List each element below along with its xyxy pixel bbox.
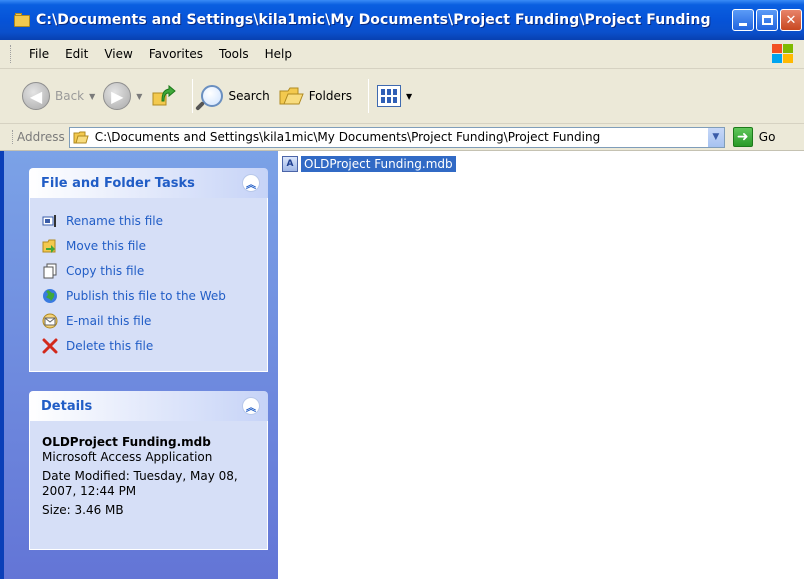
menu-file[interactable]: File <box>21 45 57 63</box>
toolbar-separator <box>368 79 370 113</box>
access-database-icon: A <box>282 156 298 172</box>
forward-dropdown-icon[interactable]: ▼ <box>136 92 142 101</box>
copy-icon <box>42 263 58 279</box>
task-label: E-mail this file <box>66 313 152 328</box>
menu-grip <box>10 45 13 63</box>
task-rename-file[interactable]: Rename this file <box>42 208 255 233</box>
back-dropdown-icon[interactable]: ▼ <box>89 92 95 101</box>
views-dropdown-icon[interactable]: ▼ <box>406 92 412 101</box>
file-item[interactable]: A OLDProject Funding.mdb <box>282 156 456 172</box>
toolbar-separator <box>192 79 194 113</box>
menu-view[interactable]: View <box>96 45 140 63</box>
delete-icon <box>42 338 58 354</box>
toolbar: ◀ Back ▼ ▶ ▼ Search Folders ▼ <box>0 69 804 124</box>
details-panel: Details ︽ OLDProject Funding.mdb Microso… <box>29 391 268 550</box>
search-button[interactable]: Search <box>201 85 270 107</box>
file-list-area[interactable]: A OLDProject Funding.mdb <box>278 151 804 579</box>
forward-arrow-icon: ▶ <box>103 82 132 110</box>
menu-bar: File Edit View Favorites Tools Help <box>0 40 804 69</box>
address-dropdown-icon[interactable]: ▼ <box>706 127 724 147</box>
back-label: Back <box>55 89 85 103</box>
back-button[interactable]: ◀ Back ▼ <box>22 82 95 110</box>
panel-title: Details <box>41 398 93 414</box>
task-label: Move this file <box>66 238 146 253</box>
file-folder-tasks-panel: File and Folder Tasks ︽ Rename this file… <box>29 168 268 372</box>
file-folder-tasks-header[interactable]: File and Folder Tasks ︽ <box>29 168 268 198</box>
task-label: Publish this file to the Web <box>66 288 226 303</box>
maximize-icon <box>761 15 773 25</box>
address-input[interactable]: C:\Documents and Settings\kila1mic\My Do… <box>68 126 725 148</box>
folder-icon <box>14 13 30 27</box>
details-size: Size: 3.46 MB <box>42 503 124 517</box>
file-name-label: OLDProject Funding.mdb <box>301 156 456 172</box>
tasks-body: Rename this file Move this file Copy thi… <box>29 198 268 372</box>
details-date-modified: Date Modified: Tuesday, May 08, 2007, 12… <box>42 469 238 498</box>
go-arrow-icon[interactable]: ➜ <box>732 127 753 147</box>
address-bar: Address C:\Documents and Settings\kila1m… <box>0 124 804 151</box>
menu-edit[interactable]: Edit <box>57 45 96 63</box>
window-title: C:\Documents and Settings\kila1mic\My Do… <box>36 12 711 28</box>
windows-logo-icon <box>768 42 796 66</box>
address-value: C:\Documents and Settings\kila1mic\My Do… <box>94 130 601 144</box>
folders-icon <box>278 85 304 107</box>
globe-icon <box>42 288 58 304</box>
go-button[interactable]: Go <box>759 130 776 144</box>
search-label: Search <box>228 89 270 103</box>
menu-favorites[interactable]: Favorites <box>141 45 211 63</box>
views-button[interactable]: ▼ <box>377 85 412 107</box>
search-icon <box>201 85 224 107</box>
task-publish-web[interactable]: Publish this file to the Web <box>42 283 255 308</box>
details-body: OLDProject Funding.mdb Microsoft Access … <box>29 421 268 550</box>
close-icon: ✕ <box>785 12 797 28</box>
details-header[interactable]: Details ︽ <box>29 391 268 421</box>
up-folder-icon <box>150 83 177 109</box>
panel-title: File and Folder Tasks <box>41 175 195 191</box>
email-icon <box>42 313 58 329</box>
menu-tools[interactable]: Tools <box>211 45 257 63</box>
title-bar[interactable]: C:\Documents and Settings\kila1mic\My Do… <box>0 0 804 40</box>
maximize-button[interactable] <box>756 9 778 31</box>
rename-icon <box>42 213 58 229</box>
task-pane: File and Folder Tasks ︽ Rename this file… <box>0 151 278 579</box>
task-copy-file[interactable]: Copy this file <box>42 258 255 283</box>
move-icon <box>42 238 58 254</box>
forward-button[interactable]: ▶ ▼ <box>103 82 142 110</box>
folder-icon <box>73 131 89 144</box>
views-icon <box>377 85 402 107</box>
task-email-file[interactable]: E-mail this file <box>42 308 255 333</box>
address-label: Address <box>12 130 65 144</box>
minimize-button[interactable] <box>732 9 754 31</box>
details-file-name: OLDProject Funding.mdb <box>42 435 211 449</box>
task-move-file[interactable]: Move this file <box>42 233 255 258</box>
task-label: Delete this file <box>66 338 154 353</box>
back-arrow-icon: ◀ <box>22 82 50 110</box>
menu-help[interactable]: Help <box>257 45 300 63</box>
collapse-icon[interactable]: ︽ <box>242 174 260 192</box>
details-file-type: Microsoft Access Application <box>42 450 213 464</box>
task-label: Copy this file <box>66 263 145 278</box>
task-delete-file[interactable]: Delete this file <box>42 333 255 358</box>
folders-label: Folders <box>308 89 353 103</box>
collapse-icon[interactable]: ︽ <box>242 397 260 415</box>
close-button[interactable]: ✕ <box>780 9 802 31</box>
up-folder-button[interactable] <box>150 83 177 109</box>
task-label: Rename this file <box>66 213 164 228</box>
folders-button[interactable]: Folders <box>278 85 352 107</box>
minimize-icon <box>739 22 747 26</box>
